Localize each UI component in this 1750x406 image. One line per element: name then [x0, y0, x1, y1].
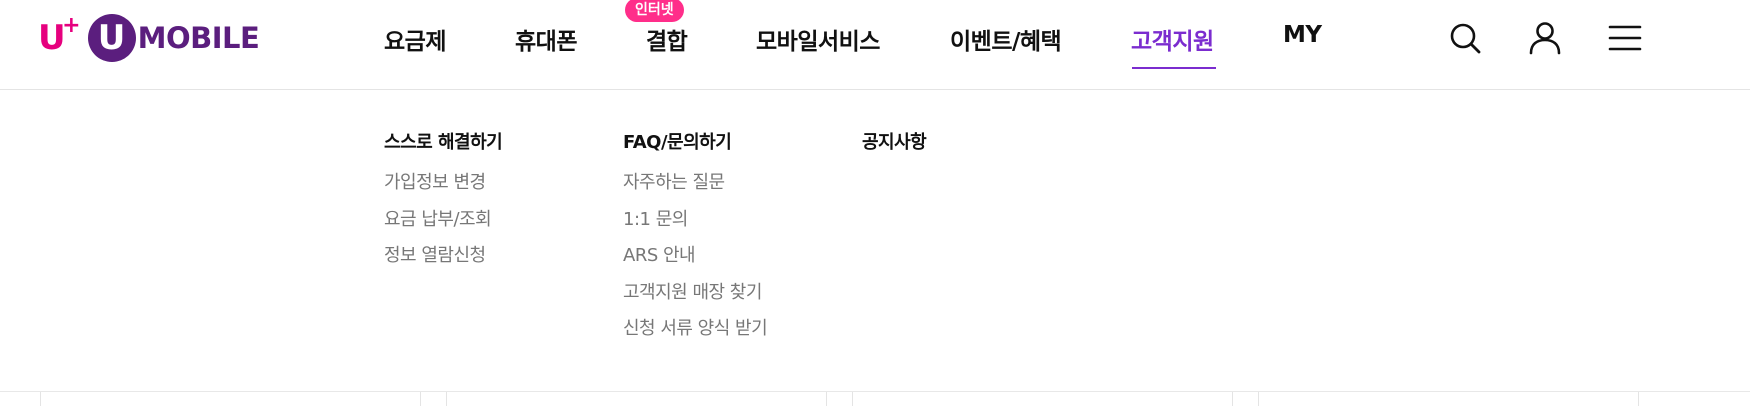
nav-item-mobile-services[interactable]: 모바일서비스 [756, 22, 880, 56]
user-button[interactable] [1524, 17, 1566, 59]
menu-link[interactable]: 신청 서류 양식 받기 [623, 316, 768, 353]
logo-mobile-text: MOBILE [137, 21, 260, 55]
user-icon [1529, 22, 1561, 55]
menu-column-title[interactable]: FAQ/문의하기 [623, 128, 767, 154]
nav-item-plans[interactable]: 요금제 [384, 22, 446, 56]
menu-link[interactable]: ARS 안내 [623, 243, 767, 280]
menu-link[interactable]: 가입정보 변경 [384, 170, 502, 207]
hamburger-menu-icon [1608, 25, 1642, 51]
card-divider [446, 392, 447, 406]
menu-button[interactable] [1604, 17, 1646, 59]
search-icon [1450, 23, 1481, 54]
menu-column-title[interactable]: 스스로 해결하기 [384, 128, 503, 154]
menu-link[interactable]: 자주하는 질문 [623, 170, 767, 207]
menu-link-list: 가입정보 변경 요금 납부/조회 정보 열람신청 [384, 170, 502, 280]
logo-uplus-text: U + [38, 13, 81, 58]
menu-link[interactable]: 요금 납부/조회 [384, 207, 502, 244]
nav-item-customer-support[interactable]: 고객지원 [1131, 22, 1214, 56]
card-divider [420, 392, 421, 406]
nav-item-phones[interactable]: 휴대폰 [515, 22, 577, 56]
card-divider [40, 392, 41, 406]
nav-item-my[interactable]: MY [1283, 22, 1322, 48]
menu-link-list: 자주하는 질문 1:1 문의 ARS 안내 고객지원 매장 찾기 신청 서류 양… [623, 170, 768, 353]
customer-support-mega-menu: 스스로 해결하기 가입정보 변경 요금 납부/조회 정보 열람신청 FAQ/문의… [0, 91, 1750, 391]
menu-column-self-service: 스스로 해결하기 가입정보 변경 요금 납부/조회 정보 열람신청 [384, 128, 503, 280]
menu-link[interactable]: 고객지원 매장 찾기 [623, 280, 767, 317]
menu-column-notices: 공지사항 [862, 128, 927, 154]
menu-column-title[interactable]: 공지사항 [862, 128, 927, 154]
menu-link[interactable]: 1:1 문의 [623, 207, 767, 244]
search-button[interactable] [1444, 17, 1486, 59]
internet-badge: 인터넷 [625, 0, 684, 22]
card-divider [1232, 392, 1233, 406]
card-divider [1258, 392, 1259, 406]
umobile-logo[interactable]: U + U MOBILE [38, 12, 260, 64]
global-header: U + U MOBILE 요금제 휴대폰 결합 인터넷 모바일서비스 이벤트/혜… [0, 0, 1750, 90]
content-top-border [0, 391, 1750, 392]
logo-circle-mark: U [87, 14, 136, 62]
card-divider [826, 392, 827, 406]
card-divider [852, 392, 853, 406]
card-divider [1638, 392, 1639, 406]
menu-link[interactable]: 정보 열람신청 [384, 243, 502, 280]
menu-column-faq-inquiry: FAQ/문의하기 자주하는 질문 1:1 문의 ARS 안내 고객지원 매장 찾… [623, 128, 768, 353]
active-nav-underline [1132, 67, 1216, 69]
logo-plus-mark: + [62, 13, 81, 38]
nav-item-events[interactable]: 이벤트/혜택 [950, 22, 1062, 56]
nav-item-bundle[interactable]: 결합 [646, 22, 688, 56]
